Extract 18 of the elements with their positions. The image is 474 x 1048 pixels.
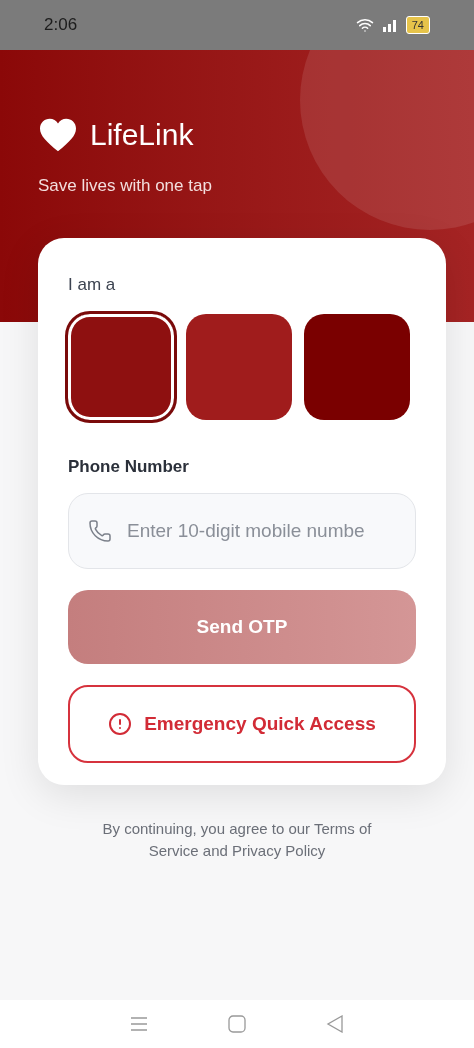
alert-icon bbox=[108, 712, 133, 736]
tagline: Save lives with one tap bbox=[38, 175, 212, 197]
back-icon[interactable] bbox=[326, 1015, 344, 1033]
role-option[interactable] bbox=[304, 313, 410, 420]
battery-indicator: 74 bbox=[405, 15, 430, 35]
wifi-icon bbox=[355, 16, 374, 34]
role-option[interactable] bbox=[186, 313, 292, 420]
phone-icon bbox=[88, 519, 112, 543]
phone-input-field[interactable]: Enter 10-digit mobile numbe bbox=[68, 493, 416, 569]
phone-label: Phone Number bbox=[68, 455, 190, 478]
heart-icon bbox=[38, 116, 78, 153]
role-label: I am a bbox=[68, 274, 117, 296]
emergency-access-button[interactable]: Emergency Quick Access bbox=[68, 685, 416, 763]
signal-icon bbox=[381, 18, 398, 32]
app-title: LifeLink bbox=[90, 117, 194, 153]
role-option[interactable] bbox=[68, 313, 174, 420]
terms-notice: By continuing, you agree to our Terms of Service and Privacy Policy bbox=[101, 819, 373, 861]
status-time: 2:06 bbox=[44, 14, 78, 37]
